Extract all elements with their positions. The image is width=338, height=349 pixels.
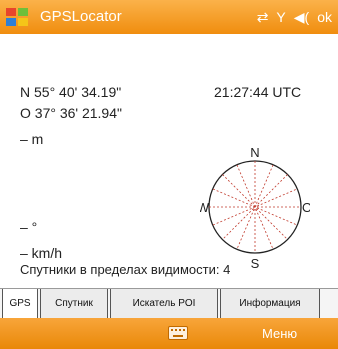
compass: N S W O: [200, 145, 310, 270]
tab-gps[interactable]: GPS: [2, 289, 38, 319]
tab-information[interactable]: Информация: [220, 289, 320, 319]
compass-west: W: [200, 200, 210, 215]
longitude-value: O 37° 36' 21.94": [20, 105, 122, 121]
satellites-visible: Спутники в пределах видимости: 4: [20, 262, 230, 277]
status-icons[interactable]: ⇄ Y ◀( ok: [257, 7, 332, 27]
sync-icon[interactable]: ⇄: [257, 9, 269, 26]
gps-panel: N 55° 40' 34.19" O 37° 36' 21.94" 21:27:…: [0, 34, 338, 286]
satellites-count: 4: [223, 262, 231, 277]
compass-south: S: [251, 256, 260, 270]
app-title: GPSLocator: [40, 8, 122, 25]
speed-value: – km/h: [20, 245, 63, 261]
menu-button[interactable]: Меню: [262, 326, 297, 341]
tab-strip: GPS Спутник Искатель POI Информация: [0, 288, 338, 319]
satellites-label: Спутники в пределах видимости:: [20, 262, 220, 277]
volume-icon[interactable]: ◀(: [294, 9, 309, 26]
latitude-value: N 55° 40' 34.19": [20, 84, 122, 100]
tab-satellite[interactable]: Спутник: [40, 289, 108, 319]
menu-bar: Меню: [0, 318, 338, 349]
tab-poi-finder[interactable]: Искатель POI: [110, 289, 218, 319]
windows-flag-icon[interactable]: [4, 5, 30, 29]
keyboard-icon[interactable]: [168, 326, 188, 340]
utc-time: 21:27:44 UTC: [214, 84, 302, 100]
ok-button[interactable]: ok: [317, 9, 332, 25]
heading-value: – °: [20, 219, 38, 235]
compass-north: N: [250, 145, 259, 160]
signal-icon[interactable]: Y: [276, 9, 285, 25]
title-bar: GPSLocator ⇄ Y ◀( ok: [0, 0, 338, 34]
compass-east: O: [302, 200, 310, 215]
altitude-value: – m: [20, 131, 44, 147]
